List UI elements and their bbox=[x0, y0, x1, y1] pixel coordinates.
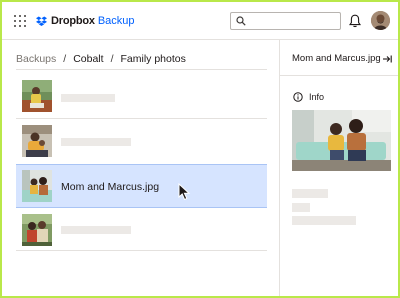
panel-title: Mom and Marcus.jpg bbox=[292, 53, 381, 64]
panel-divider bbox=[280, 75, 398, 76]
file-name: Mom and Marcus.jpg bbox=[61, 181, 160, 193]
name-placeholder bbox=[61, 138, 131, 146]
grid-icon[interactable] bbox=[14, 15, 26, 27]
list-item-selected[interactable]: Mom and Marcus.jpg bbox=[16, 164, 267, 208]
name-placeholder bbox=[61, 94, 115, 102]
photo-two-people-thumbnail bbox=[22, 214, 52, 246]
list-item[interactable] bbox=[16, 74, 267, 118]
breadcrumb-separator: / bbox=[63, 53, 67, 65]
logo[interactable]: Dropbox Backup bbox=[36, 12, 135, 30]
info-icon bbox=[293, 92, 303, 102]
photo-person-with-baby-thumbnail bbox=[22, 125, 52, 157]
metadata-placeholder bbox=[292, 216, 356, 225]
search-input[interactable] bbox=[230, 12, 341, 30]
avatar[interactable] bbox=[371, 11, 390, 30]
photo-woman-reading-thumbnail bbox=[22, 80, 52, 112]
breadcrumb: Backups / Cobalt / Family photos bbox=[16, 53, 186, 65]
breadcrumb-cobalt[interactable]: Cobalt bbox=[73, 53, 103, 65]
metadata-placeholder bbox=[292, 189, 328, 198]
bell-icon[interactable] bbox=[349, 14, 361, 28]
list-divider bbox=[16, 69, 267, 70]
top-bar: Dropbox Backup bbox=[2, 2, 398, 40]
dropbox-logo-icon bbox=[36, 16, 47, 26]
details-panel: Mom and Marcus.jpg Info bbox=[279, 40, 398, 296]
name-placeholder bbox=[61, 226, 131, 234]
pointer-cursor-icon bbox=[178, 183, 191, 201]
collapse-right-icon[interactable] bbox=[382, 54, 392, 64]
photo-preview bbox=[292, 110, 391, 171]
metadata-placeholder bbox=[292, 203, 310, 212]
search-icon bbox=[236, 16, 246, 26]
breadcrumb-current: Family photos bbox=[120, 53, 186, 65]
list-item[interactable] bbox=[16, 119, 267, 163]
product-name: Backup bbox=[97, 15, 135, 27]
breadcrumb-backups[interactable]: Backups bbox=[16, 53, 56, 65]
info-label: Info bbox=[309, 92, 325, 102]
brand-name: Dropbox bbox=[51, 15, 95, 27]
photo-mom-and-marcus-thumbnail bbox=[22, 170, 52, 202]
list-item[interactable] bbox=[16, 208, 267, 252]
breadcrumb-separator: / bbox=[110, 53, 114, 65]
app-window: Dropbox Backup Backups / Cobalt / Family… bbox=[2, 2, 398, 296]
